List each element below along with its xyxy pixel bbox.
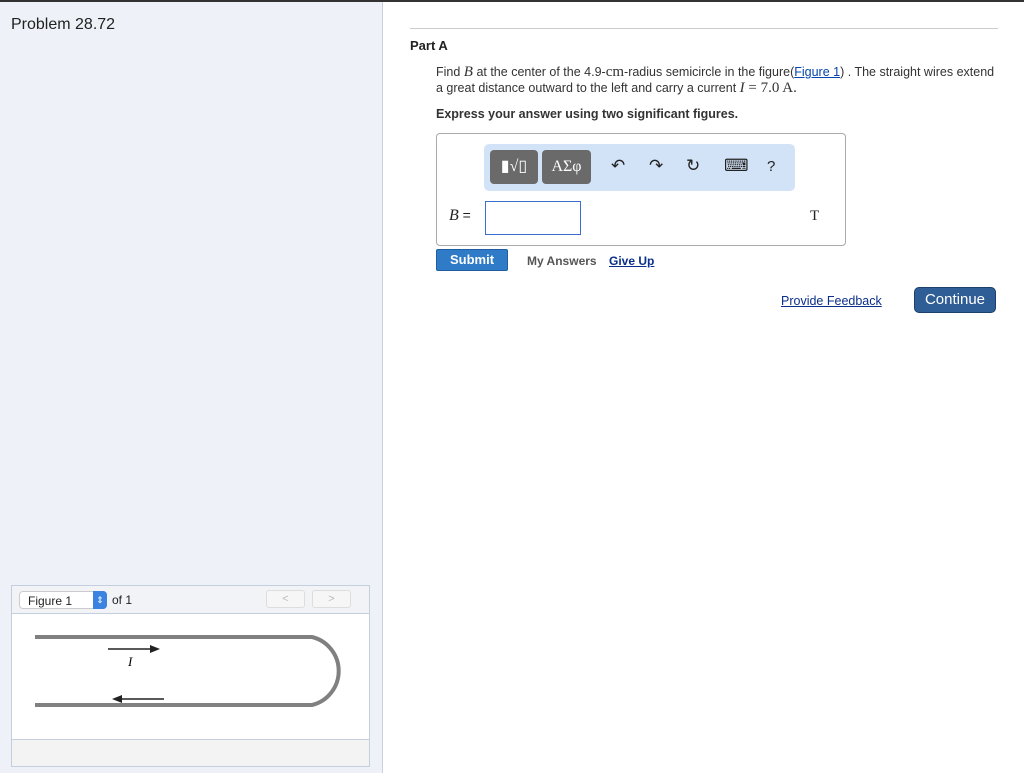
templates-button[interactable]: ▮√▯ [490,150,538,184]
current-label: I [127,654,133,669]
next-figure-button[interactable]: > [312,590,351,608]
arrow-right-icon [108,645,160,653]
figure-select-value: Figure 1 [28,594,73,608]
give-up-link[interactable]: Give Up [609,254,654,268]
provide-feedback-link[interactable]: Provide Feedback [781,294,882,308]
figure-header: Figure 1 ⇕ of 1 < > [12,586,369,614]
figure-link[interactable]: Figure 1 [794,65,840,79]
arrow-left-icon [112,695,164,703]
reset-icon[interactable]: ↻ [686,156,700,176]
keyboard-icon[interactable]: ⌨ [724,156,749,176]
prev-figure-button[interactable]: < [266,590,305,608]
problem-title: Problem 28.72 [11,16,116,33]
figure-viewer: Figure 1 ⇕ of 1 < > I [11,585,370,767]
redo-icon[interactable]: ↷ [649,156,663,176]
answer-box: ▮√▯ ΑΣφ ↶ ↷ ↻ ⌨ ? B = T [436,133,846,246]
help-icon[interactable]: ? [767,158,775,175]
math-toolbar: ▮√▯ ΑΣφ ↶ ↷ ↻ ⌨ ? [484,144,795,191]
figure-footer [12,739,369,766]
question-text: Find B at the center of the 4.9-cm-radiu… [436,64,995,96]
my-answers-button[interactable]: My Answers [527,254,597,268]
undo-icon[interactable]: ↶ [611,156,625,176]
greek-button[interactable]: ΑΣφ [542,150,591,184]
instruction: Express your answer using two significan… [436,107,739,121]
submit-button[interactable]: Submit [436,249,508,271]
figure-select[interactable]: Figure 1 ⇕ [19,591,107,609]
wire [35,635,341,707]
figure-count: of 1 [112,593,133,607]
figure-image: I [35,635,341,707]
part-title: Part A [410,38,448,53]
divider [410,28,998,29]
answer-label: B = [449,207,471,224]
answer-input[interactable] [485,201,581,235]
chevron-updown-icon: ⇕ [93,591,107,609]
continue-button[interactable]: Continue [914,287,996,313]
unit-label: T [810,208,820,224]
